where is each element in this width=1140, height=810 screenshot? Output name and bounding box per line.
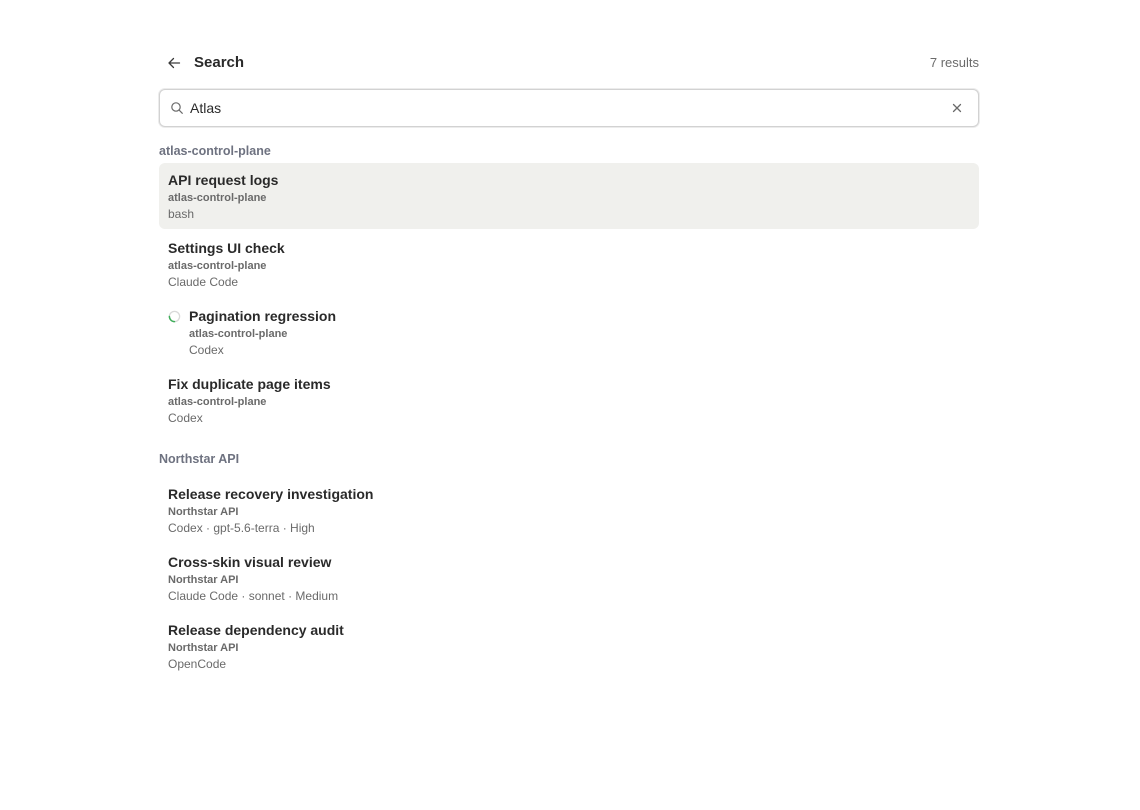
search-header: Search 7 results [159,0,979,127]
result-title: Release recovery investigation [168,486,374,502]
result-project: atlas-control-plane [189,328,288,340]
result-project: atlas-control-plane [168,260,267,272]
search-page: Search 7 results atlas-control-plane API… [159,0,979,681]
result-meta: Claude Code · sonnet · Medium [168,589,339,603]
result-item[interactable]: Settings UI check atlas-control-plane Cl… [159,231,979,297]
result-meta: Codex · gpt-5.6-terra · High [168,521,315,535]
close-icon[interactable] [950,101,964,115]
result-item-text: Settings UI check atlas-control-plane Cl… [168,239,285,290]
result-item-text: Pagination regression atlas-control-plan… [189,307,336,358]
result-meta: bash [168,207,195,221]
result-item-text: Fix duplicate page items atlas-control-p… [168,375,331,426]
search-box [159,89,979,127]
group-title: atlas-control-plane [159,144,271,158]
result-meta: Claude Code [168,275,239,289]
result-item[interactable]: Pagination regression atlas-control-plan… [159,299,979,365]
page-title: Search [194,54,245,71]
result-title: Fix duplicate page items [168,376,331,392]
result-project: atlas-control-plane [168,192,267,204]
result-item[interactable]: Release dependency audit Northstar API O… [159,613,979,679]
result-count: 7 results [929,55,979,70]
search-input[interactable] [190,90,930,126]
result-item-text: API request logs atlas-control-plane bas… [168,171,278,222]
result-item[interactable]: Cross-skin visual review Northstar API C… [159,545,979,611]
arrow-left-icon [168,57,181,69]
group-title: Northstar API [159,452,240,466]
result-title: Settings UI check [168,240,285,256]
result-meta: Codex [189,343,224,357]
result-item[interactable]: Release recovery investigation Northstar… [159,477,979,543]
result-title: Release dependency audit [168,622,344,638]
result-project: Northstar API [168,574,239,586]
result-group-atlas-control-plane: atlas-control-plane API request logs atl… [159,143,979,433]
result-title: API request logs [168,172,279,188]
result-title: Cross-skin visual review [168,554,332,570]
result-item-text: Cross-skin visual review Northstar API C… [168,553,338,604]
result-item-text: Release dependency audit Northstar API O… [168,621,344,672]
result-group-northstar-api: Northstar API Release recovery investiga… [159,451,979,679]
search-icon [171,102,183,114]
result-item[interactable]: API request logs atlas-control-plane bas… [159,163,979,229]
result-item-text: Release recovery investigation Northstar… [168,485,373,536]
result-item[interactable]: Fix duplicate page items atlas-control-p… [159,367,979,433]
result-meta: Codex [168,411,203,425]
result-project: Northstar API [168,506,239,518]
back-button[interactable] [165,54,183,72]
result-meta: OpenCode [168,657,227,671]
result-title: Pagination regression [189,308,337,324]
loading-spinner-icon [168,310,181,323]
result-project: Northstar API [168,642,239,654]
result-project: atlas-control-plane [168,396,267,408]
